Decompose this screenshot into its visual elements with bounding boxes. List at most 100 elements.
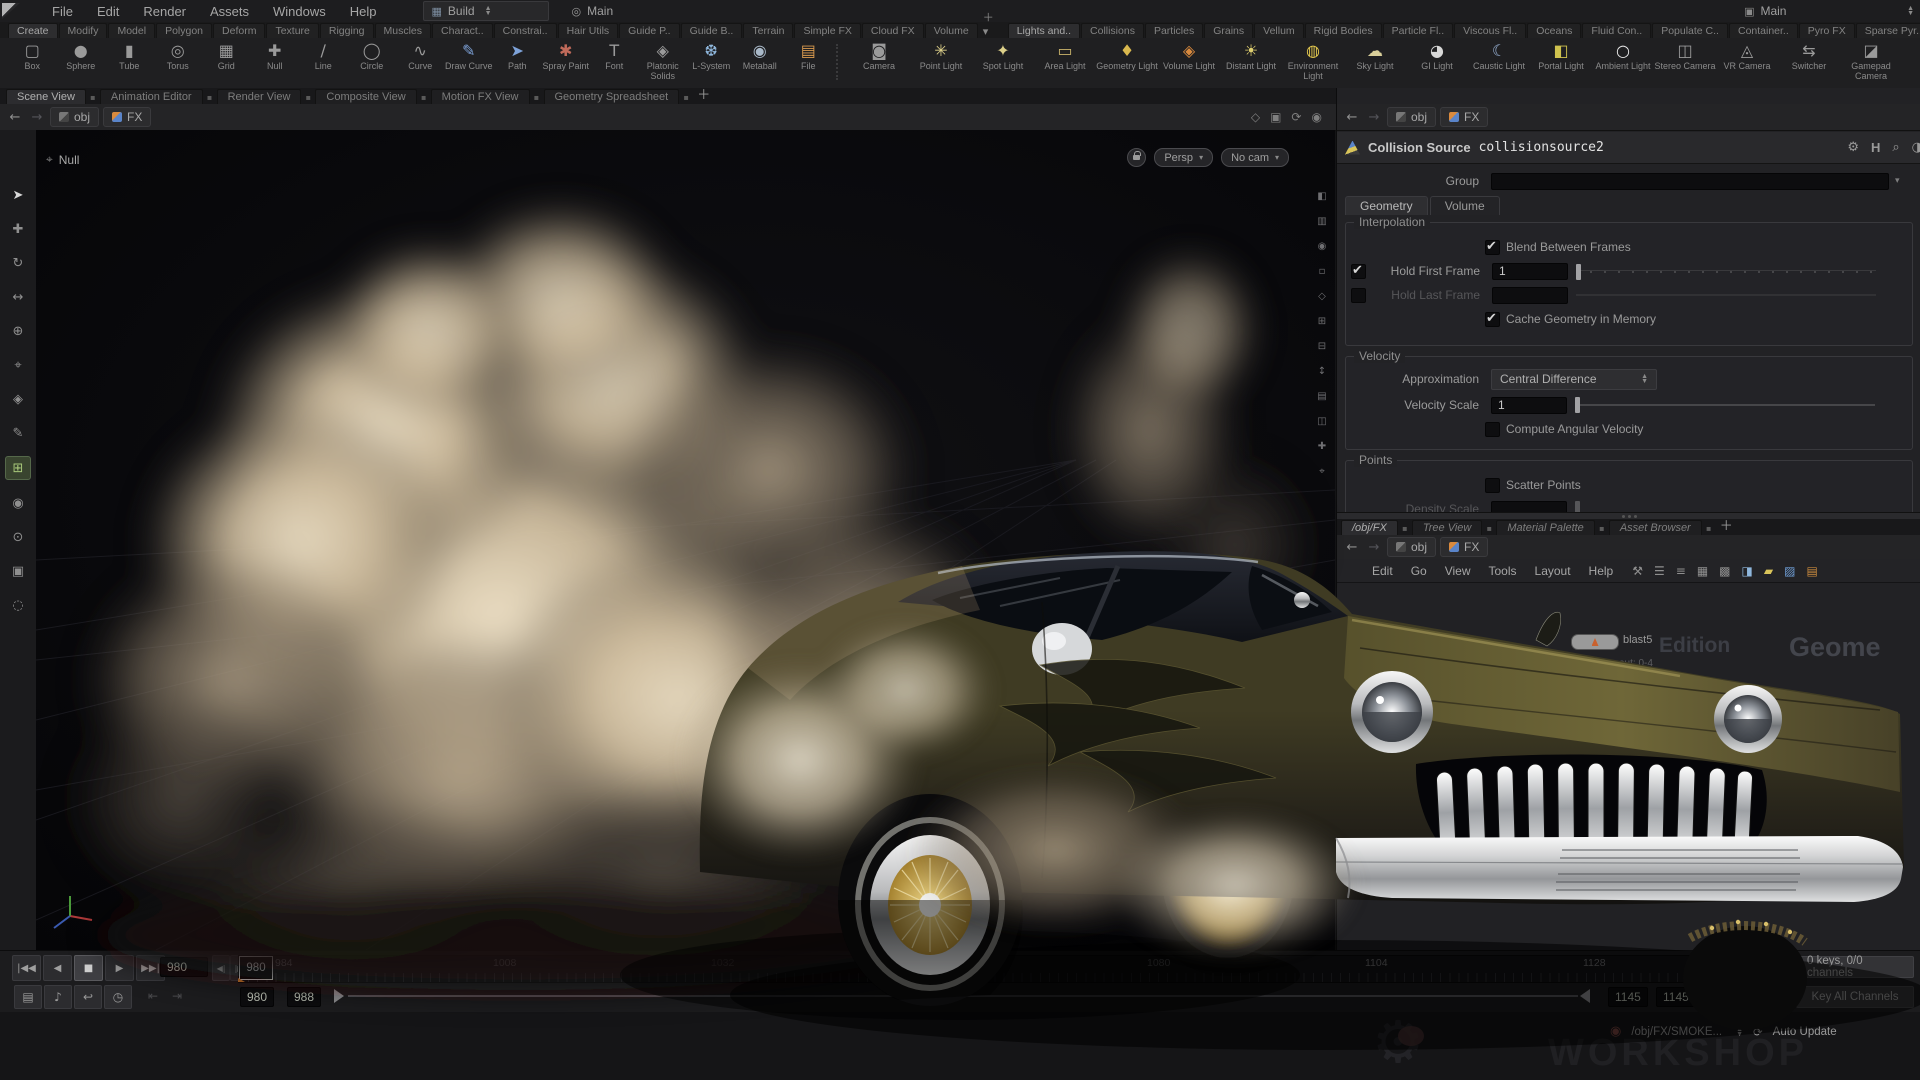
- spray-paint-tool[interactable]: ✱ Spray Paint: [542, 41, 591, 71]
- range-end-field[interactable]: 1145: [1608, 987, 1648, 1007]
- projection-selector[interactable]: Persp ▾: [1154, 148, 1213, 167]
- channel-graph-icon[interactable]: ∿: [1762, 985, 1790, 1009]
- audio-icon[interactable]: ♪: [44, 985, 72, 1009]
- sphere-tool[interactable]: ● Sphere: [57, 41, 106, 71]
- camera-lock-button[interactable]: [1127, 148, 1146, 167]
- hold-first-checkbox[interactable]: [1351, 264, 1366, 279]
- grid-toggle-icon[interactable]: ▫: [1313, 263, 1331, 279]
- pane-tab-menu-icon[interactable]: ▪: [301, 93, 315, 104]
- sync-icon[interactable]: ⟳: [1291, 110, 1301, 124]
- breadcrumb-obj[interactable]: obj: [50, 107, 99, 127]
- pane-tab-menu-icon[interactable]: ▪: [1482, 524, 1496, 535]
- shelf-tab[interactable]: Cloud FX: [862, 23, 924, 38]
- add-pane-tab-button[interactable]: ＋: [1720, 515, 1733, 535]
- current-frame-field[interactable]: 980: [160, 957, 208, 977]
- menu-item[interactable]: Go: [1402, 562, 1436, 580]
- play-button[interactable]: ▶: [105, 955, 134, 981]
- menu-item[interactable]: Render: [133, 2, 196, 21]
- pin-icon[interactable]: ◇: [1251, 110, 1260, 124]
- menu-item[interactable]: File: [42, 2, 83, 21]
- shelf-tab[interactable]: Modify: [59, 23, 108, 38]
- shelf-tab[interactable]: Simple FX: [794, 23, 860, 38]
- desktop-selector[interactable]: ▦ Build ▲▼: [423, 1, 549, 21]
- shelf-tab[interactable]: Deform: [213, 23, 265, 38]
- op-spinner-icon[interactable]: ▲▼: [1736, 1027, 1743, 1037]
- range-start-field[interactable]: 988: [287, 987, 321, 1007]
- velocity-scale-slider[interactable]: [1575, 404, 1875, 406]
- playhead[interactable]: 980: [239, 956, 273, 980]
- net-snap-grid-icon[interactable]: ▩: [1719, 564, 1730, 578]
- pane-tab-menu-icon[interactable]: ▪: [417, 93, 431, 104]
- l-system-tool[interactable]: ❆ L-System: [687, 41, 736, 71]
- desk-spinner-icon[interactable]: ▲▼: [1907, 6, 1914, 16]
- pane-tab[interactable]: Geometry Spreadsheet ▪: [544, 89, 694, 104]
- display-opts-icon[interactable]: ⌖: [1313, 463, 1331, 479]
- camera-selector[interactable]: No cam ▾: [1221, 148, 1289, 167]
- recook-icon[interactable]: ⟳: [1753, 1025, 1763, 1039]
- global-start-field[interactable]: 980: [240, 987, 274, 1007]
- menu-item[interactable]: Layout: [1526, 562, 1580, 580]
- path-tool[interactable]: ➤ Path: [493, 41, 542, 71]
- stop-button[interactable]: ■: [74, 955, 103, 981]
- view-pin-icon[interactable]: ◫: [1313, 413, 1331, 429]
- menu-item[interactable]: Assets: [200, 2, 259, 21]
- breadcrumb-fx[interactable]: FX: [103, 107, 151, 127]
- add-shelf-button[interactable]: ＋ ▾: [983, 9, 994, 38]
- lighting-icon[interactable]: ◉: [1313, 238, 1331, 254]
- tube-tool[interactable]: ▮ Tube: [105, 41, 154, 71]
- ghosting-icon[interactable]: ↩: [74, 985, 102, 1009]
- spot-light-tool[interactable]: ✦ Spot Light: [972, 41, 1034, 71]
- pose-tool-icon[interactable]: ⊕: [6, 320, 30, 342]
- caustic-light-tool[interactable]: ☾ Caustic Light: [1468, 41, 1530, 71]
- shelf-tab[interactable]: Viscous Fl..: [1454, 23, 1526, 38]
- auto-update-button[interactable]: Auto Update: [1773, 1026, 1837, 1038]
- pane-tab[interactable]: Material Palette ▪: [1496, 520, 1608, 535]
- area-light-tool[interactable]: ▭ Area Light: [1034, 41, 1096, 71]
- node-blast5[interactable]: [1571, 634, 1619, 650]
- tab-geometry[interactable]: Geometry: [1345, 196, 1428, 215]
- breadcrumb-fx[interactable]: FX: [1440, 107, 1488, 127]
- menu-item[interactable]: Help: [340, 2, 387, 21]
- range-lock-left-icon[interactable]: ⇤: [140, 985, 166, 1007]
- range-lock-right-icon[interactable]: ⇥: [164, 985, 190, 1007]
- shelf-tab[interactable]: Volume: [925, 23, 978, 38]
- hold-first-field[interactable]: 1: [1492, 263, 1568, 280]
- global-end-field[interactable]: 1145: [1656, 987, 1696, 1007]
- sky-light-tool[interactable]: ☁ Sky Light: [1344, 41, 1406, 71]
- net-tree-icon[interactable]: ☰: [1654, 564, 1665, 578]
- breadcrumb-fx[interactable]: FX: [1440, 537, 1488, 557]
- file-tool[interactable]: ▤ File: [784, 41, 833, 71]
- shelf-tab[interactable]: Hair Utils: [558, 23, 619, 38]
- timeline-ruler[interactable]: 984100810321056108011041128 980: [238, 955, 1752, 983]
- menu-item[interactable]: Help: [1580, 562, 1623, 580]
- pane-tab-menu-icon[interactable]: ▪: [530, 93, 544, 104]
- search-icon[interactable]: ⌕: [1892, 140, 1899, 155]
- playback-range-slider[interactable]: [348, 995, 1578, 997]
- cache-checkbox[interactable]: [1485, 312, 1500, 327]
- draw-curve-tool[interactable]: ✎ Draw Curve: [445, 41, 494, 71]
- angular-checkbox[interactable]: [1485, 422, 1500, 437]
- gear-icon[interactable]: ⚙: [1847, 140, 1859, 155]
- shelf-tab[interactable]: Vellum: [1254, 23, 1304, 38]
- jump-start-button[interactable]: |◀◀: [12, 955, 41, 981]
- torus-tool[interactable]: ◎ Torus: [154, 41, 203, 71]
- hold-first-slider[interactable]: [1576, 270, 1876, 273]
- keys-status-button[interactable]: 0 keys, 0/0 channels: [1796, 956, 1914, 978]
- pane-tab-menu-icon[interactable]: ▪: [679, 93, 693, 104]
- menu-item[interactable]: Edit: [1363, 562, 1402, 580]
- snap-grid-icon[interactable]: ⊞: [5, 456, 31, 480]
- current-op-path[interactable]: /obj/FX/SMOKE...: [1631, 1026, 1722, 1038]
- edit-tool-icon[interactable]: ◈: [6, 388, 30, 410]
- pane-tab[interactable]: Scene View ▪: [6, 89, 100, 104]
- circle-tool[interactable]: ◯ Circle: [348, 41, 397, 71]
- shelf-tab[interactable]: Texture: [266, 23, 318, 38]
- net-shelf-icon[interactable]: ▤: [1806, 564, 1817, 578]
- scene-viewport[interactable]: ⌖ Null Persp ▾ No cam ▾ ◧▥◉▫◇⊞⊟↕▤◫✚⌖: [36, 130, 1335, 950]
- volume-light-tool[interactable]: ◈ Volume Light: [1158, 41, 1220, 71]
- hold-last-checkbox[interactable]: [1351, 288, 1366, 303]
- camera-lock-icon[interactable]: ▤: [1313, 388, 1331, 404]
- blend-checkbox[interactable]: [1485, 240, 1500, 255]
- normals-display-icon[interactable]: ⊞: [1313, 313, 1331, 329]
- curve-tool[interactable]: ∿ Curve: [396, 41, 445, 71]
- translate-tool-icon[interactable]: ✚: [6, 218, 30, 240]
